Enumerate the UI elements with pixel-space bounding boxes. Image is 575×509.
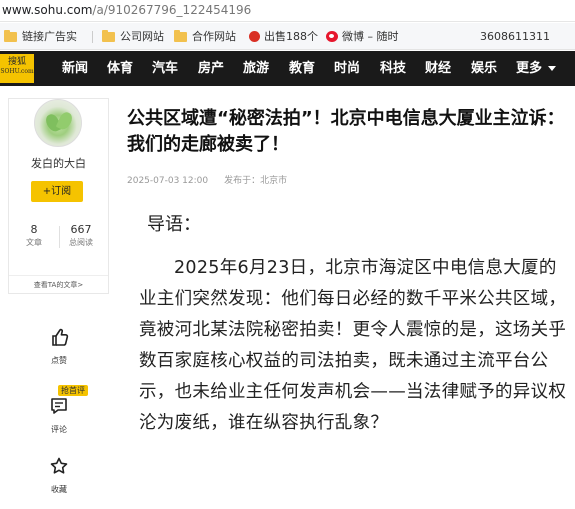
comment-button[interactable]: 抢首评 评论 [39,385,88,435]
nav-more-label: 更多 [516,61,543,76]
stat-divider [59,226,60,248]
bookmark-label: 链接广告实 [22,30,77,43]
comment-icon: 抢首评 [44,385,88,421]
favorite-label: 收藏 [51,485,67,494]
nav-item-entertainment[interactable]: 娱乐 [471,51,497,86]
star-icon [44,451,74,481]
nav-item-auto[interactable]: 汽车 [152,51,178,86]
bookmark-item[interactable]: 微博 – 随时 [326,23,399,49]
reads-label: 总阅读 [69,238,93,247]
articles-stat[interactable]: 8 文章 [14,223,54,249]
nav-item-travel[interactable]: 旅游 [243,51,269,86]
article-lead: 导语： [147,214,201,235]
url-host: www.sohu.com [2,3,93,17]
author-card: 发白的大白 +订阅 8 文章 667 总阅读 查看TA的文章> [8,98,109,294]
articles-count: 8 [30,223,38,236]
avatar[interactable] [34,99,82,147]
top-nav: 搜狐 SOHU.com 新闻 体育 汽车 房产 旅游 教育 时尚 科技 财经 娱… [0,51,575,86]
bookmark-label: 合作网站 [192,30,236,43]
thumbs-up-icon [44,322,74,352]
bookmark-item[interactable]: 公司网站 [102,23,164,49]
folder-icon [174,29,187,42]
reads-stat: 667 总阅读 [61,223,101,249]
nav-item-news[interactable]: 新闻 [62,51,88,86]
nav-item-realestate[interactable]: 房产 [198,51,224,86]
article-location: 发布于：北京市 [224,176,288,186]
follow-button[interactable]: +订阅 [31,181,83,202]
comment-label: 评论 [51,425,67,434]
bookmark-item[interactable]: 3608611311 [480,23,550,49]
bookmark-separator [92,31,93,43]
nav-item-sports[interactable]: 体育 [107,51,133,86]
nav-item-finance[interactable]: 财经 [425,51,451,86]
card-divider [9,275,108,276]
nav-item-tech[interactable]: 科技 [380,51,406,86]
nav-more-button[interactable]: 更多 [516,51,557,86]
bookmark-item[interactable]: 出售188个 [249,23,318,49]
reads-count: 667 [70,223,92,236]
weibo-icon [326,31,338,42]
articles-label: 文章 [26,238,42,247]
logo-subtext: SOHU.com [0,68,34,75]
bookmark-label: 出售188个 [264,30,318,43]
comment-badge: 抢首评 [58,385,88,396]
address-bar[interactable]: www.sohu.com/a/910267796_122454196 [0,0,575,22]
sohu-logo[interactable]: 搜狐 SOHU.com [0,54,34,83]
like-button[interactable]: 点赞 [39,322,79,366]
view-all-articles-link[interactable]: 查看TA的文章> [9,280,108,290]
url-path: /a/910267796_122454196 [92,3,252,17]
bookmark-label: 微博 – 随时 [342,30,399,43]
bookmark-item[interactable]: 链接广告实 [4,23,77,49]
folder-icon [102,29,115,42]
chevron-down-icon [548,66,557,71]
article-title: 公共区域遭“秘密法拍”！北京中电信息大厦业主泣诉：我们的走廊被卖了！ [127,108,565,155]
article-paragraph: 2025年6月23日，北京市海淀区中电信息大厦的业主们突然发现：他们每日必经的数… [139,258,567,433]
bookmark-label: 3608611311 [480,30,550,43]
favorite-button[interactable]: 收藏 [39,451,79,495]
bookmark-label: 公司网站 [120,30,164,43]
bookmark-item[interactable]: 合作网站 [174,23,236,49]
nav-item-education[interactable]: 教育 [289,51,315,86]
bookmarks-bar: 链接广告实 公司网站 合作网站 出售188个 微博 – 随时 360861131… [0,23,575,50]
article-date: 2025-07-03 12:00 [127,176,209,186]
folder-icon [4,29,17,42]
like-label: 点赞 [51,356,67,365]
nav-item-fashion[interactable]: 时尚 [334,51,360,86]
logo-text: 搜狐 [7,57,26,67]
author-name[interactable]: 发白的大白 [9,155,108,171]
article-meta: 2025-07-03 12:00 发布于：北京市 [127,173,287,186]
bookmark-badge-icon [249,31,260,42]
